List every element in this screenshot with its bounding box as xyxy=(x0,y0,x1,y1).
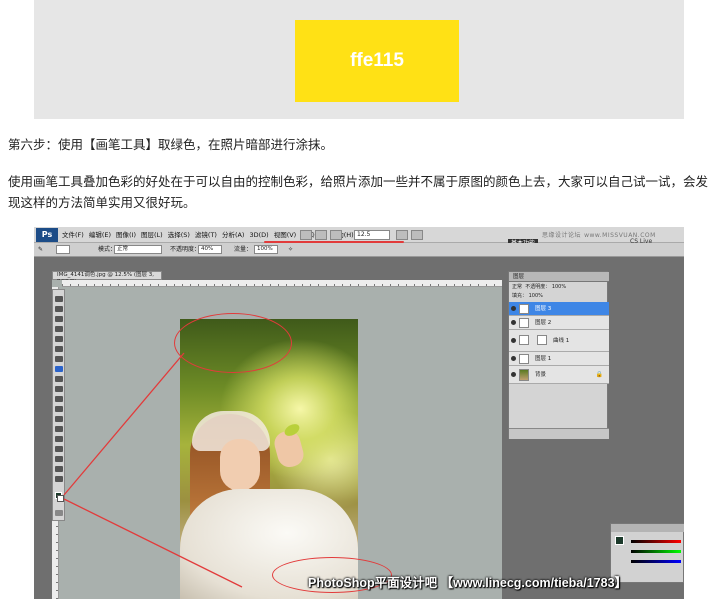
color-sample-panel: ffe115 xyxy=(34,0,684,119)
background-thumbnail xyxy=(519,369,529,381)
layer-thumbnail xyxy=(519,318,529,328)
layers-panel-footer xyxy=(509,428,609,439)
layer-row-background[interactable]: 背景 🔒 xyxy=(509,366,609,384)
watermark-bottom: PhotoShop平面设计吧 【www.linecg.com/tieba/178… xyxy=(308,576,628,590)
visibility-eye-icon[interactable] xyxy=(511,338,516,343)
layer-mask-thumbnail xyxy=(537,335,547,345)
blue-slider[interactable] xyxy=(631,560,681,563)
lock-icon: 🔒 xyxy=(595,371,603,378)
layer-row-curves1[interactable]: 曲线 1 xyxy=(509,330,609,352)
layers-options: 正常 不透明度： 100% 填充： 100% xyxy=(509,282,609,302)
layer-name: 背景 xyxy=(535,372,547,378)
visibility-eye-icon[interactable] xyxy=(511,372,516,377)
layer-fill-label: 填充： xyxy=(512,293,528,299)
layer-thumbnail xyxy=(519,354,529,364)
layer-fill-field[interactable]: 100% xyxy=(529,293,543,299)
arrow-to-top-ellipse xyxy=(63,352,185,496)
layer-opacity-field[interactable]: 100% xyxy=(552,284,566,290)
layer-opacity-label: 不透明度： xyxy=(525,284,551,290)
curves-adjustment-icon xyxy=(519,335,529,345)
body-paragraph: 使用画笔工具叠加色彩的好处在于可以自由的控制色彩，给照片添加一些并不属于原图的颜… xyxy=(8,174,709,210)
arrow-to-bottom xyxy=(63,498,243,588)
photoshop-screenshot: Ps 文件(F) 编辑(E) 图像(I) 图层(L) 选择(S) 滤镜(T) 分… xyxy=(34,227,684,599)
layer-row-layer2[interactable]: 图层 2 xyxy=(509,316,609,330)
red-slider[interactable] xyxy=(631,540,681,543)
visibility-eye-icon[interactable] xyxy=(511,356,516,361)
layer-name: 图层 3 xyxy=(535,306,552,312)
layer-thumbnail xyxy=(519,304,529,314)
color-panel-swatch[interactable] xyxy=(615,536,624,545)
layer-name: 图层 2 xyxy=(535,320,552,326)
color-swatch-label: ffe115 xyxy=(350,50,404,71)
color-swatch-ffe115: ffe115 xyxy=(295,20,459,102)
layer-name: 图层 1 xyxy=(535,356,552,362)
step-instruction: 第六步：使用【画笔工具】取绿色，在照片暗部进行涂抹。 xyxy=(8,137,334,152)
layer-row-layer3[interactable]: 图层 3 xyxy=(509,302,609,316)
layers-panel: 图层 正常 不透明度： 100% 填充： 100% 图层 3 图层 2 曲线 1 xyxy=(508,271,609,439)
color-panel-header xyxy=(611,524,684,532)
green-slider[interactable] xyxy=(631,550,681,553)
layer-name: 曲线 1 xyxy=(553,338,570,344)
layer-row-layer1[interactable]: 图层 1 xyxy=(509,352,609,366)
visibility-eye-icon[interactable] xyxy=(511,306,516,311)
blend-mode-select[interactable]: 正常 xyxy=(512,284,522,290)
visibility-eye-icon[interactable] xyxy=(511,320,516,325)
layers-panel-title: 图层 xyxy=(509,272,609,282)
